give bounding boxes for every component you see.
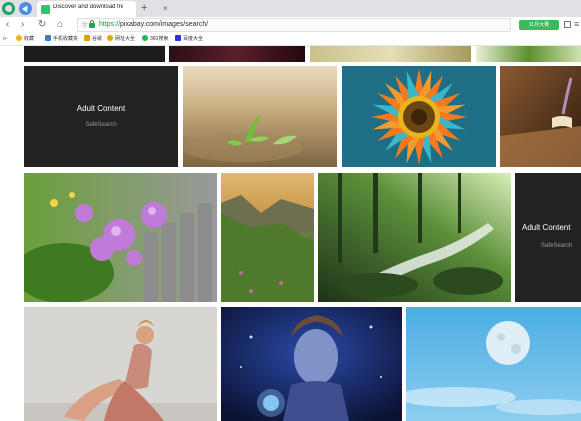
url-scheme: https:// — [99, 21, 121, 28]
address-row: ‹ › ↻ ⌂ ☆ https://pixabay.com/images/sea… — [0, 17, 581, 33]
search-icon — [142, 35, 148, 41]
valley-art — [221, 173, 314, 302]
close-icon[interactable]: × — [163, 4, 168, 14]
url-path: pixabay.com/images/search/ — [120, 21, 209, 28]
seedling-image[interactable] — [183, 66, 337, 167]
orange-flower-art — [342, 66, 496, 167]
thumbnail-partial[interactable] — [310, 46, 471, 62]
adult-content-card[interactable]: Adult Content SafeSearch — [24, 66, 178, 167]
forward-button[interactable]: › — [21, 18, 24, 31]
new-tab-button[interactable]: + — [141, 2, 147, 14]
safesearch-label: SafeSearch — [541, 243, 573, 249]
address-bar[interactable]: ☆ https://pixabay.com/images/search/ — [77, 18, 511, 32]
image-grid: Adult Content SafeSearch Adult Content S… — [0, 46, 581, 421]
folder-icon — [84, 35, 90, 41]
back-button[interactable]: ‹ — [6, 18, 9, 31]
bookmark-label: 手机收藏夹 — [53, 36, 79, 42]
bookmark-label: 百度大全 — [183, 36, 204, 42]
bookmark-item[interactable]: 百度大全 — [175, 35, 203, 43]
seedling-image-art — [183, 66, 337, 167]
fantasy-woman-image[interactable] — [221, 307, 402, 421]
fantasy-woman-art — [221, 307, 402, 421]
baidu-icon — [175, 35, 181, 41]
adult-content-card[interactable]: Adult Content SafeSearch — [515, 173, 581, 302]
woman-sitting-art — [24, 307, 217, 421]
moon-sky-image[interactable] — [406, 307, 581, 421]
bookmarks-toggle-icon[interactable]: ⊳ — [3, 35, 7, 43]
lock-icon — [89, 20, 95, 28]
book-art — [500, 66, 581, 167]
thumbnail-partial[interactable] — [169, 46, 305, 62]
home-button[interactable]: ⌂ — [57, 18, 63, 31]
globe-icon — [107, 35, 113, 41]
bookmark-star-icon[interactable]: ☆ — [81, 19, 88, 31]
thumbnail-partial[interactable] — [24, 46, 165, 62]
moon-sky-art — [406, 307, 581, 421]
adult-content-title: Adult Content — [522, 223, 571, 232]
tab-pixabay[interactable]: Discover and download free × — [37, 1, 168, 17]
pixabay-favicon-icon — [41, 5, 50, 14]
orange-flower-image[interactable] — [342, 66, 496, 167]
forest-stream-image[interactable] — [318, 173, 511, 302]
compass-icon[interactable] — [19, 2, 32, 15]
bookmark-item[interactable]: 360搜索 — [142, 35, 168, 43]
bookmark-item[interactable]: 手机收藏夹 — [45, 35, 78, 43]
tab-title: Discover and download free — [53, 4, 123, 10]
safesearch-label: SafeSearch — [85, 122, 117, 128]
purple-flowers-art — [24, 173, 217, 302]
reload-button[interactable]: ↻ — [38, 18, 46, 31]
tab-strip: Discover and download free × + — [0, 0, 581, 17]
bookmark-label: 360搜索 — [150, 36, 169, 42]
folder-icon — [45, 35, 51, 41]
purple-flowers-image[interactable] — [24, 173, 217, 302]
bookmark-item[interactable]: 谷歌 — [84, 35, 102, 43]
browser-window: Discover and download free × + ‹ › ↻ ⌂ ☆… — [0, 0, 581, 421]
forest-stream-art — [318, 173, 511, 302]
valley-image[interactable] — [221, 173, 314, 302]
menu-icon[interactable]: ≡ — [574, 18, 579, 30]
bookmark-item[interactable]: 网址大全 — [107, 35, 135, 43]
bookmarks-bar: ⊳ 收藏 手机收藏夹 谷歌 网址大全 360搜索 百度大全 — [0, 33, 581, 46]
book-image[interactable] — [500, 66, 581, 167]
bookmark-label: 谷歌 — [92, 36, 103, 42]
star-icon — [16, 35, 22, 41]
woman-sitting-image[interactable] — [24, 307, 217, 421]
adult-content-title: Adult Content — [76, 104, 126, 113]
bookmark-label: 网址大全 — [115, 36, 136, 42]
bookmark-label: 收藏 — [24, 36, 35, 42]
apps-grid-icon[interactable] — [564, 21, 571, 28]
thumbnail-partial[interactable] — [476, 46, 581, 62]
browser-logo-icon[interactable] — [2, 2, 15, 15]
url-text[interactable]: https://pixabay.com/images/search/ — [99, 21, 208, 28]
bookmark-item[interactable]: 收藏 — [16, 35, 34, 43]
promo-badge[interactable]: 11月大赛 — [519, 20, 559, 30]
